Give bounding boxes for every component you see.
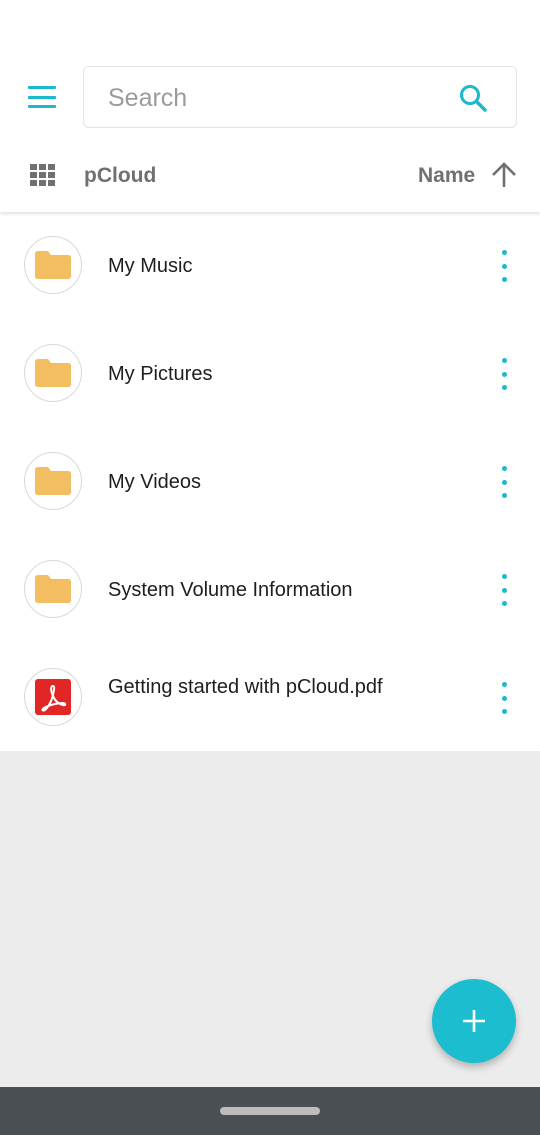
more-options-icon[interactable] (494, 466, 514, 498)
home-gesture-handle[interactable] (220, 1107, 320, 1115)
search-icon[interactable] (458, 83, 488, 113)
sort-label[interactable]: Name (418, 164, 475, 188)
top-bar: Search pCloud Name (0, 0, 540, 212)
search-input[interactable]: Search (83, 66, 517, 128)
folder-icon (24, 236, 82, 294)
item-name: My Music (108, 255, 193, 277)
list-item[interactable]: My Pictures (0, 320, 540, 428)
pdf-icon (24, 668, 82, 726)
more-options-icon[interactable] (494, 682, 514, 714)
folder-icon (24, 344, 82, 402)
menu-icon[interactable] (20, 80, 64, 114)
list-item[interactable]: My Videos (0, 428, 540, 536)
list-item[interactable]: Getting started with pCloud.pdf (0, 644, 540, 752)
item-name: System Volume Information (108, 579, 353, 601)
list-item[interactable]: My Music (0, 212, 540, 320)
file-list: My Music My Pictures My Videos System Vo… (0, 212, 540, 751)
add-button[interactable] (432, 979, 516, 1063)
more-options-icon[interactable] (494, 574, 514, 606)
grid-view-icon[interactable] (30, 164, 56, 186)
folder-icon (24, 560, 82, 618)
folder-icon (24, 452, 82, 510)
plus-icon (463, 1010, 485, 1032)
search-placeholder: Search (108, 84, 188, 112)
list-item[interactable]: System Volume Information (0, 536, 540, 644)
more-options-icon[interactable] (494, 250, 514, 282)
breadcrumb[interactable]: pCloud (84, 164, 156, 188)
item-name: Getting started with pCloud.pdf (108, 676, 383, 698)
arrow-up-icon[interactable] (490, 160, 518, 190)
system-nav-bar (0, 1087, 540, 1135)
item-name: My Pictures (108, 363, 213, 385)
item-name: My Videos (108, 471, 202, 493)
more-options-icon[interactable] (494, 358, 514, 390)
